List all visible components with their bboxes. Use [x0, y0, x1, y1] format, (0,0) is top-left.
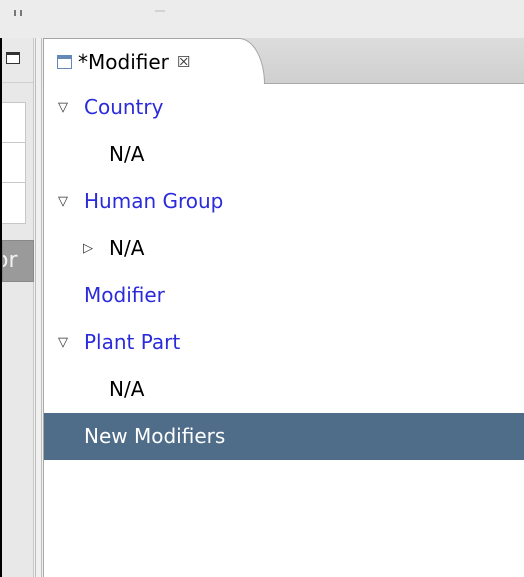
toolbar-separator	[155, 10, 165, 12]
expanded-triangle-icon[interactable]: ▽	[56, 178, 70, 225]
left-action-button[interactable]: or	[2, 240, 34, 282]
tree-item-label: Plant Part	[84, 330, 181, 354]
tree-item-label: New Modifiers	[84, 424, 226, 448]
expanded-triangle-icon[interactable]: ▽	[56, 319, 70, 366]
left-action-button-label: or	[3, 248, 18, 273]
modifier-editor: *Modifier ☒ ▽ Country N/A ▽ Human Group ▷ N/A M…	[43, 38, 524, 577]
tree-row[interactable]: Modifier	[44, 272, 524, 319]
tree-item-label: N/A	[109, 142, 145, 166]
tree-item-label: Modifier	[84, 283, 165, 307]
tree-row[interactable]: N/A	[44, 366, 524, 413]
tree-item-label: Human Group	[84, 189, 224, 213]
toolbar	[0, 0, 524, 38]
sash-line-left	[35, 38, 36, 577]
view-window-icon	[6, 52, 20, 64]
tree-row[interactable]: N/A	[44, 131, 524, 178]
left-view-panel: or	[2, 38, 34, 577]
tree-item-label: N/A	[109, 377, 145, 401]
tree-row[interactable]: New Modifiers	[44, 413, 524, 460]
tab-title: *Modifier	[78, 49, 169, 74]
tree-item-label: N/A	[109, 236, 145, 260]
tree-row[interactable]: ▽ Plant Part	[44, 319, 524, 366]
tree-item-label: Country	[84, 95, 164, 119]
tree-row[interactable]: ▽ Human Group	[44, 178, 524, 225]
left-text-field-1[interactable]	[2, 102, 26, 144]
tree-row[interactable]: ▷ N/A	[44, 225, 524, 272]
left-text-field-3[interactable]	[2, 182, 26, 224]
collapsed-triangle-icon[interactable]: ▷	[81, 225, 95, 272]
tree-row[interactable]: ▽ Country	[44, 84, 524, 131]
editor-window-icon	[57, 54, 72, 69]
close-icon[interactable]: ☒	[177, 53, 190, 71]
left-view-tab[interactable]	[2, 38, 33, 83]
sash-line-right	[41, 38, 42, 577]
toolbar-grip-icon[interactable]	[14, 10, 22, 16]
modifier-tree: ▽ Country N/A ▽ Human Group ▷ N/A Modifier ▽ Plan…	[44, 84, 524, 460]
editor-tab-strip: *Modifier ☒	[43, 38, 524, 84]
left-text-field-2[interactable]	[2, 142, 26, 184]
expanded-triangle-icon[interactable]: ▽	[56, 84, 70, 131]
tab-modifier[interactable]: *Modifier ☒	[43, 38, 265, 84]
